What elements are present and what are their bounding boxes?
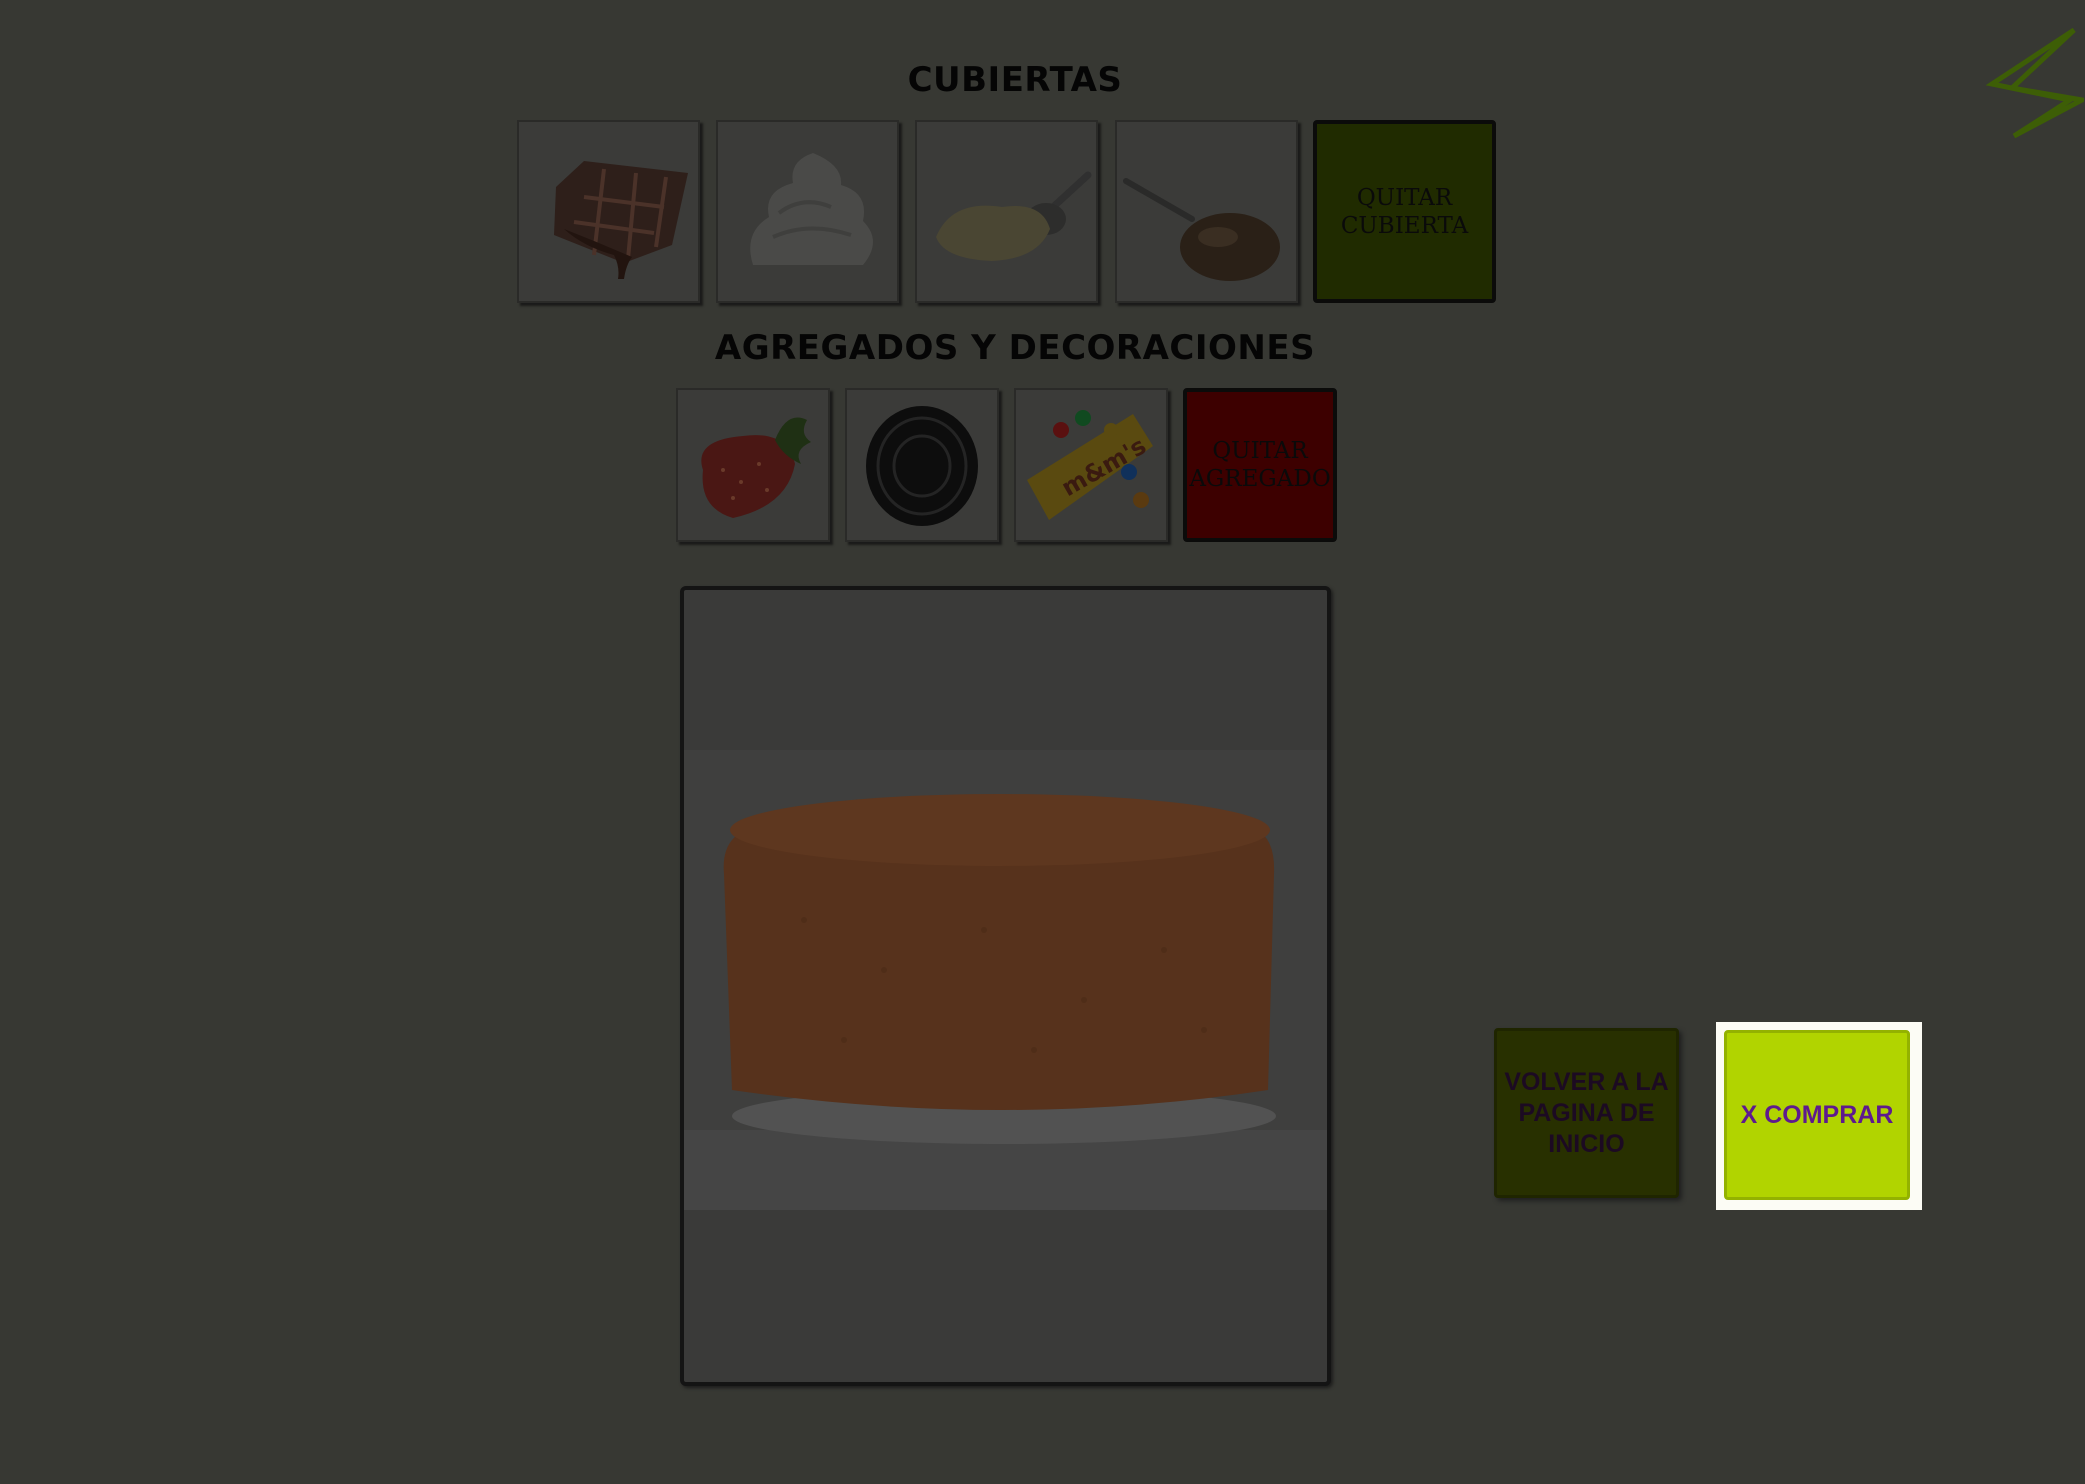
addons-heading: AGREGADOS Y DECORACIONES [714,328,1316,368]
whipped-cream-icon [749,152,873,265]
strawberry-icon [701,417,811,518]
candy-bag-icon: m&m's [1027,410,1153,520]
sponge-cake-image [684,750,1327,1210]
remove-addon-button[interactable]: QUITAR AGREGADO [1183,388,1337,542]
addon-cookie-tile[interactable] [845,388,999,542]
remove-covering-button[interactable]: QUITAR CUBIERTA [1313,120,1496,303]
covering-whipped-cream-tile[interactable] [716,120,899,303]
vanilla-cream-spoon-icon [935,171,1091,261]
coverings-heading: CUBIERTAS [907,60,1123,100]
covering-vanilla-cream-tile[interactable] [915,120,1098,303]
addon-strawberry-tile[interactable] [676,388,830,542]
covering-chocolate-tile[interactable] [517,120,700,303]
back-to-home-button[interactable]: VOLVER A LA PAGINA DE INICIO [1494,1028,1679,1198]
cake-preview-panel [680,586,1331,1386]
buy-button[interactable]: X COMPRAR [1724,1030,1910,1200]
chocolate-bar-icon [553,160,688,279]
cake-builder-page: CUBIERTAS QUITAR CUBIERTA AGREGADOS Y DE… [0,0,2085,1484]
dulce-de-leche-spoon-icon [1122,177,1280,281]
chevron-logo-icon[interactable] [1984,26,2084,140]
addon-candy-tile[interactable]: m&m's [1014,388,1168,542]
cookie-icon [866,406,978,526]
covering-dulce-de-leche-tile[interactable] [1115,120,1298,303]
